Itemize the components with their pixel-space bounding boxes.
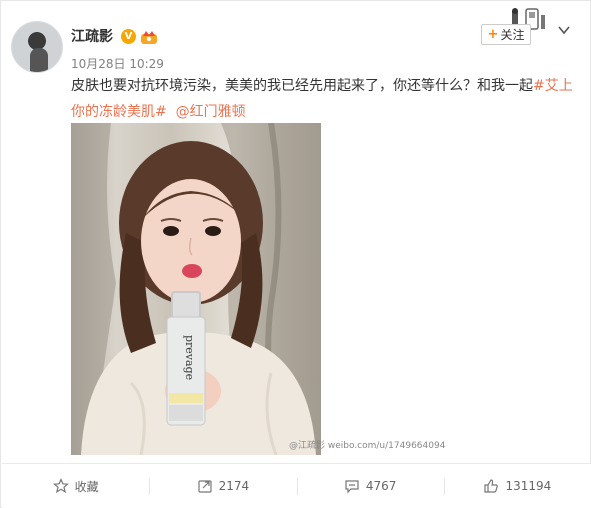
comment-button[interactable]: 4767: [296, 464, 444, 508]
plus-icon: +: [487, 27, 499, 42]
star-icon: [52, 478, 69, 494]
like-button[interactable]: 131194: [443, 464, 591, 508]
repost-button[interactable]: 2174: [149, 464, 296, 508]
action-bar: 收藏 2174 4767 131194: [2, 463, 591, 508]
favorite-button[interactable]: 收藏: [2, 464, 149, 508]
chevron-down-icon[interactable]: [557, 23, 571, 37]
avatar[interactable]: [11, 21, 63, 73]
user-name[interactable]: 江疏影: [71, 26, 113, 46]
post-body: 皮肤也要对抗环境污染，美美的我已经先用起来了，你还等什么？和我一起: [71, 78, 533, 94]
post-text: 皮肤也要对抗环境污染，美美的我已经先用起来了，你还等什么？和我一起#艾上你的冻龄…: [71, 73, 576, 125]
thumbs-up-icon: [484, 479, 499, 493]
weibo-post-card: 江疏影 V 10月28日 10:29 + 关注 皮肤也要对抗环境污染，美美的我已…: [0, 0, 591, 508]
follow-label: 关注: [500, 28, 525, 42]
crown-icon: [141, 31, 157, 44]
post-photo[interactable]: prevage: [71, 123, 321, 455]
share-icon: [197, 480, 212, 493]
bottle-label: prevage: [183, 335, 196, 380]
mention-link[interactable]: @红门雅顿: [176, 104, 246, 120]
post-timestamp[interactable]: 10月28日 10:29: [71, 55, 164, 72]
photo-illustration: prevage: [71, 123, 321, 455]
like-count: 131194: [505, 479, 552, 493]
repost-count: 2174: [218, 479, 250, 493]
favorite-label: 收藏: [74, 479, 99, 494]
verified-badge-icon: V: [121, 29, 136, 44]
comment-icon: [345, 480, 359, 494]
photo-watermark: @江疏影 weibo.com/u/1749664094: [289, 441, 446, 451]
comment-count: 4767: [365, 479, 397, 493]
follow-button[interactable]: + 关注: [481, 24, 531, 45]
